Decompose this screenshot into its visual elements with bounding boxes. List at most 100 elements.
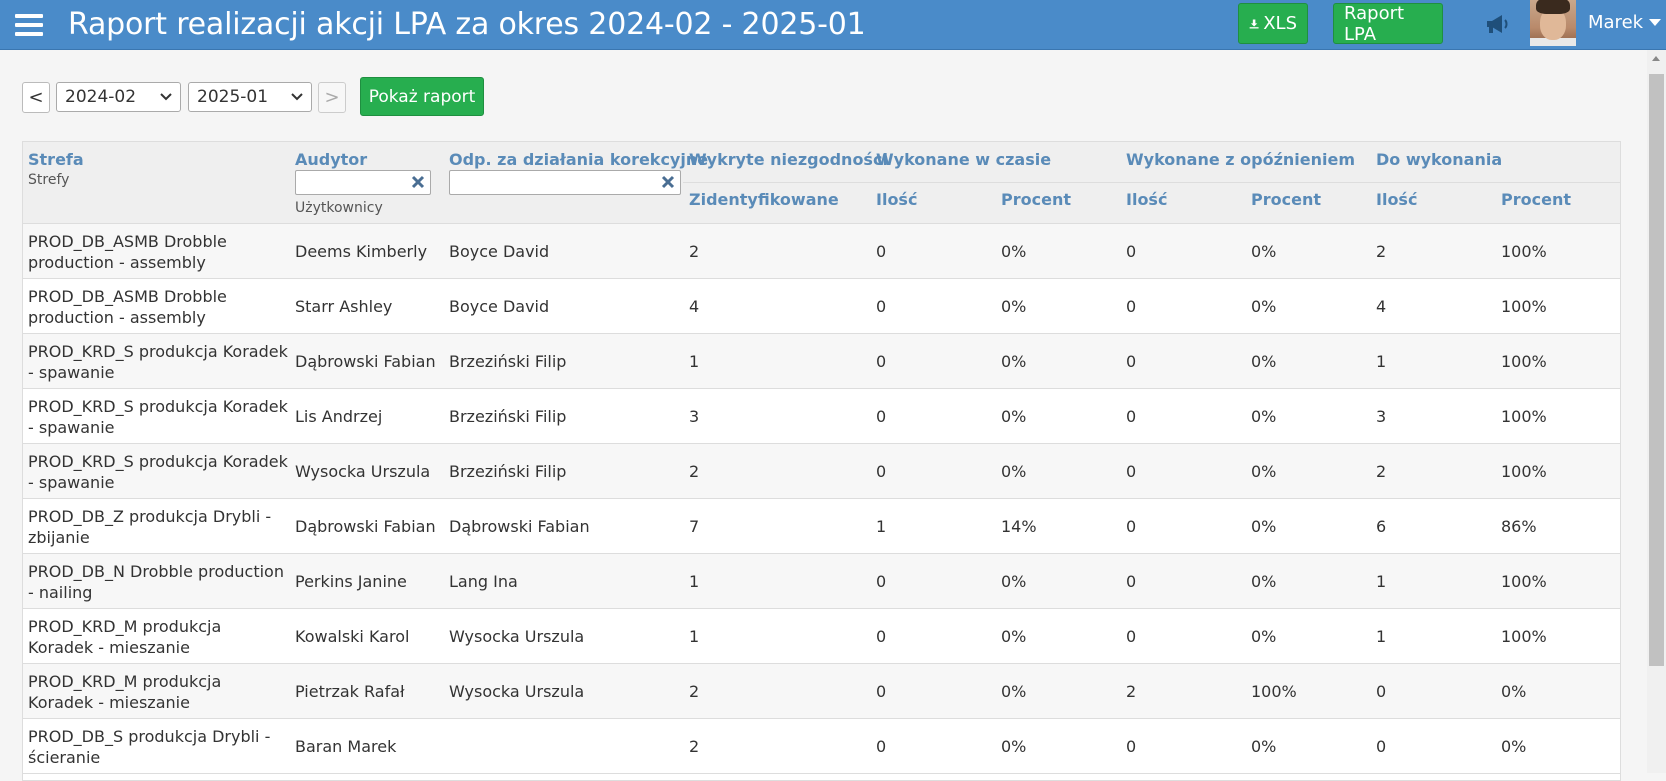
- cell-identified: 2: [689, 462, 700, 481]
- column-header-detected: Wykryte niezgodności: [689, 150, 888, 169]
- clear-x-icon[interactable]: [660, 174, 676, 190]
- column-header-todo: Do wykonania: [1376, 150, 1503, 169]
- cell-identified: 1: [689, 352, 700, 371]
- cell-todo-percent: 100%: [1501, 352, 1547, 371]
- cell-responsible: Wysocka Urszula: [449, 682, 585, 701]
- table-row: PROD_DB_N Drobble production - nailing Pe…: [23, 554, 1620, 609]
- cell-identified: 4: [689, 297, 700, 316]
- raport-lpa-label: Raport LPA: [1344, 2, 1405, 45]
- period-to-select[interactable]: 2025-01: [188, 82, 312, 112]
- cell-delayed-qty: 0: [1126, 297, 1137, 316]
- cell-responsible: Dąbrowski Fabian: [449, 517, 590, 536]
- column-header-on-time-percent[interactable]: Procent: [1001, 190, 1071, 209]
- cell-zone: PROD_KRD_M produkcja Koradek - mieszanie: [28, 671, 222, 712]
- xls-export-label: XLS: [1263, 13, 1297, 34]
- cell-todo-percent: 100%: [1501, 242, 1547, 261]
- table-row: PROD_KRD_M produkcja Koradek - mieszanie…: [23, 664, 1620, 719]
- cell-delayed-qty: 0: [1126, 462, 1137, 481]
- user-menu[interactable]: Marek: [1588, 12, 1662, 33]
- megaphone-icon[interactable]: [1484, 12, 1510, 36]
- column-header-zone[interactable]: Strefa: [28, 150, 84, 169]
- cell-auditor: Dąbrowski Fabian: [295, 517, 436, 536]
- cell-delayed-percent: 0%: [1251, 517, 1277, 536]
- column-header-on-time-qty[interactable]: Ilość: [876, 190, 917, 209]
- column-header-identified[interactable]: Zidentyfikowane: [689, 190, 839, 209]
- cell-auditor: Perkins Janine: [295, 572, 407, 591]
- cell-identified: 3: [689, 407, 700, 426]
- clear-x-icon[interactable]: [410, 174, 426, 190]
- cell-responsible: Brzeziński Filip: [449, 352, 567, 371]
- cell-delayed-qty: 0: [1126, 627, 1137, 646]
- cell-on-time-percent: 0%: [1001, 737, 1027, 756]
- table-row: PROD_DB_Z produkcja Drybli - zbijanie Dąb…: [23, 499, 1620, 554]
- column-header-delayed-qty[interactable]: Ilość: [1126, 190, 1167, 209]
- cell-on-time-percent: 0%: [1001, 407, 1027, 426]
- auditor-filter-input[interactable]: [295, 170, 431, 195]
- table-row: PROD_KRD_S produkcja Koradek - spawanie L…: [23, 389, 1620, 444]
- report-table: Strefa Strefy Audytor Użytkownicy Odp. z…: [22, 141, 1621, 781]
- cell-todo-qty: 1: [1376, 627, 1387, 646]
- cell-delayed-percent: 0%: [1251, 572, 1277, 591]
- chevron-down-icon: [291, 93, 303, 101]
- cell-identified: 2: [689, 737, 700, 756]
- cell-auditor: Baran Marek: [295, 737, 397, 756]
- cell-on-time-percent: 0%: [1001, 242, 1027, 261]
- column-header-responsible[interactable]: Odp. za działania korekcyjne: [449, 150, 708, 169]
- cell-zone: PROD_DB_S produkcja Drybli - ścieranie: [28, 726, 271, 767]
- xls-export-button[interactable]: XLS: [1238, 3, 1308, 44]
- cell-delayed-qty: 0: [1126, 737, 1137, 756]
- column-header-delayed: Wykonane z opóźnieniem: [1126, 150, 1356, 169]
- cell-todo-percent: 100%: [1501, 297, 1547, 316]
- cell-delayed-percent: 0%: [1251, 297, 1277, 316]
- cell-todo-percent: 0%: [1501, 682, 1527, 701]
- show-report-button[interactable]: Pokaż raport: [360, 77, 484, 116]
- page-scrollbar[interactable]: [1647, 50, 1666, 773]
- cell-identified: 2: [689, 682, 700, 701]
- cell-delayed-qty: 0: [1126, 407, 1137, 426]
- cell-on-time-percent: 0%: [1001, 462, 1027, 481]
- column-header-todo-percent[interactable]: Procent: [1501, 190, 1571, 209]
- cell-delayed-percent: 0%: [1251, 352, 1277, 371]
- column-header-todo-qty[interactable]: Ilość: [1376, 190, 1417, 209]
- table-row: PROD_KRD_M produkcja Koradek - mieszanie…: [23, 609, 1620, 664]
- cell-auditor: Lis Andrzej: [295, 407, 383, 426]
- cell-auditor: Deems Kimberly: [295, 242, 428, 261]
- cell-auditor: Dąbrowski Fabian: [295, 352, 436, 371]
- avatar[interactable]: [1530, 0, 1576, 46]
- period-from-select[interactable]: 2024-02: [56, 82, 181, 112]
- cell-todo-qty: 3: [1376, 407, 1387, 426]
- scroll-up-icon[interactable]: [1652, 56, 1660, 61]
- cell-on-time-qty: 0: [876, 462, 887, 481]
- page-title: Raport realizacji akcji LPA za okres 202…: [68, 7, 866, 42]
- cell-todo-qty: 6: [1376, 517, 1387, 536]
- raport-lpa-button[interactable]: Raport LPA: [1333, 2, 1443, 45]
- cell-todo-qty: 2: [1376, 242, 1387, 261]
- cell-on-time-qty: 0: [876, 297, 887, 316]
- responsible-filter-input[interactable]: [449, 170, 681, 195]
- column-header-auditor[interactable]: Audytor: [295, 150, 367, 169]
- cell-todo-qty: 0: [1376, 737, 1387, 756]
- cell-delayed-qty: 0: [1126, 517, 1137, 536]
- column-header-delayed-percent[interactable]: Procent: [1251, 190, 1321, 209]
- cell-todo-percent: 100%: [1501, 627, 1547, 646]
- cell-delayed-qty: 0: [1126, 242, 1137, 261]
- hamburger-icon[interactable]: [0, 0, 58, 50]
- table-header: Strefa Strefy Audytor Użytkownicy Odp. z…: [23, 142, 1620, 224]
- cell-todo-qty: 1: [1376, 352, 1387, 371]
- scroll-thumb[interactable]: [1649, 74, 1664, 666]
- cell-on-time-percent: 0%: [1001, 682, 1027, 701]
- cell-on-time-qty: 0: [876, 737, 887, 756]
- next-period-button[interactable]: >: [318, 82, 346, 113]
- cell-zone: PROD_KRD_M produkcja Koradek - mieszanie: [28, 616, 222, 657]
- cell-responsible: Boyce David: [449, 242, 550, 261]
- cell-identified: 1: [689, 627, 700, 646]
- cell-on-time-qty: 0: [876, 352, 887, 371]
- previous-period-button[interactable]: <: [22, 82, 50, 113]
- cell-todo-qty: 2: [1376, 462, 1387, 481]
- table-row: PROD_DB_ASMB Drobble production - assemb…: [23, 224, 1620, 279]
- cell-on-time-qty: 0: [876, 627, 887, 646]
- cell-auditor: Wysocka Urszula: [295, 462, 431, 481]
- table-row: PROD_KRD_S produkcja Koradek - spawanie D…: [23, 334, 1620, 389]
- table-row: PROD_DB_ASMB Drobble production - assemb…: [23, 279, 1620, 334]
- table-row: PROD_DB_S produkcja Drybli - ścieranie Ba…: [23, 719, 1620, 774]
